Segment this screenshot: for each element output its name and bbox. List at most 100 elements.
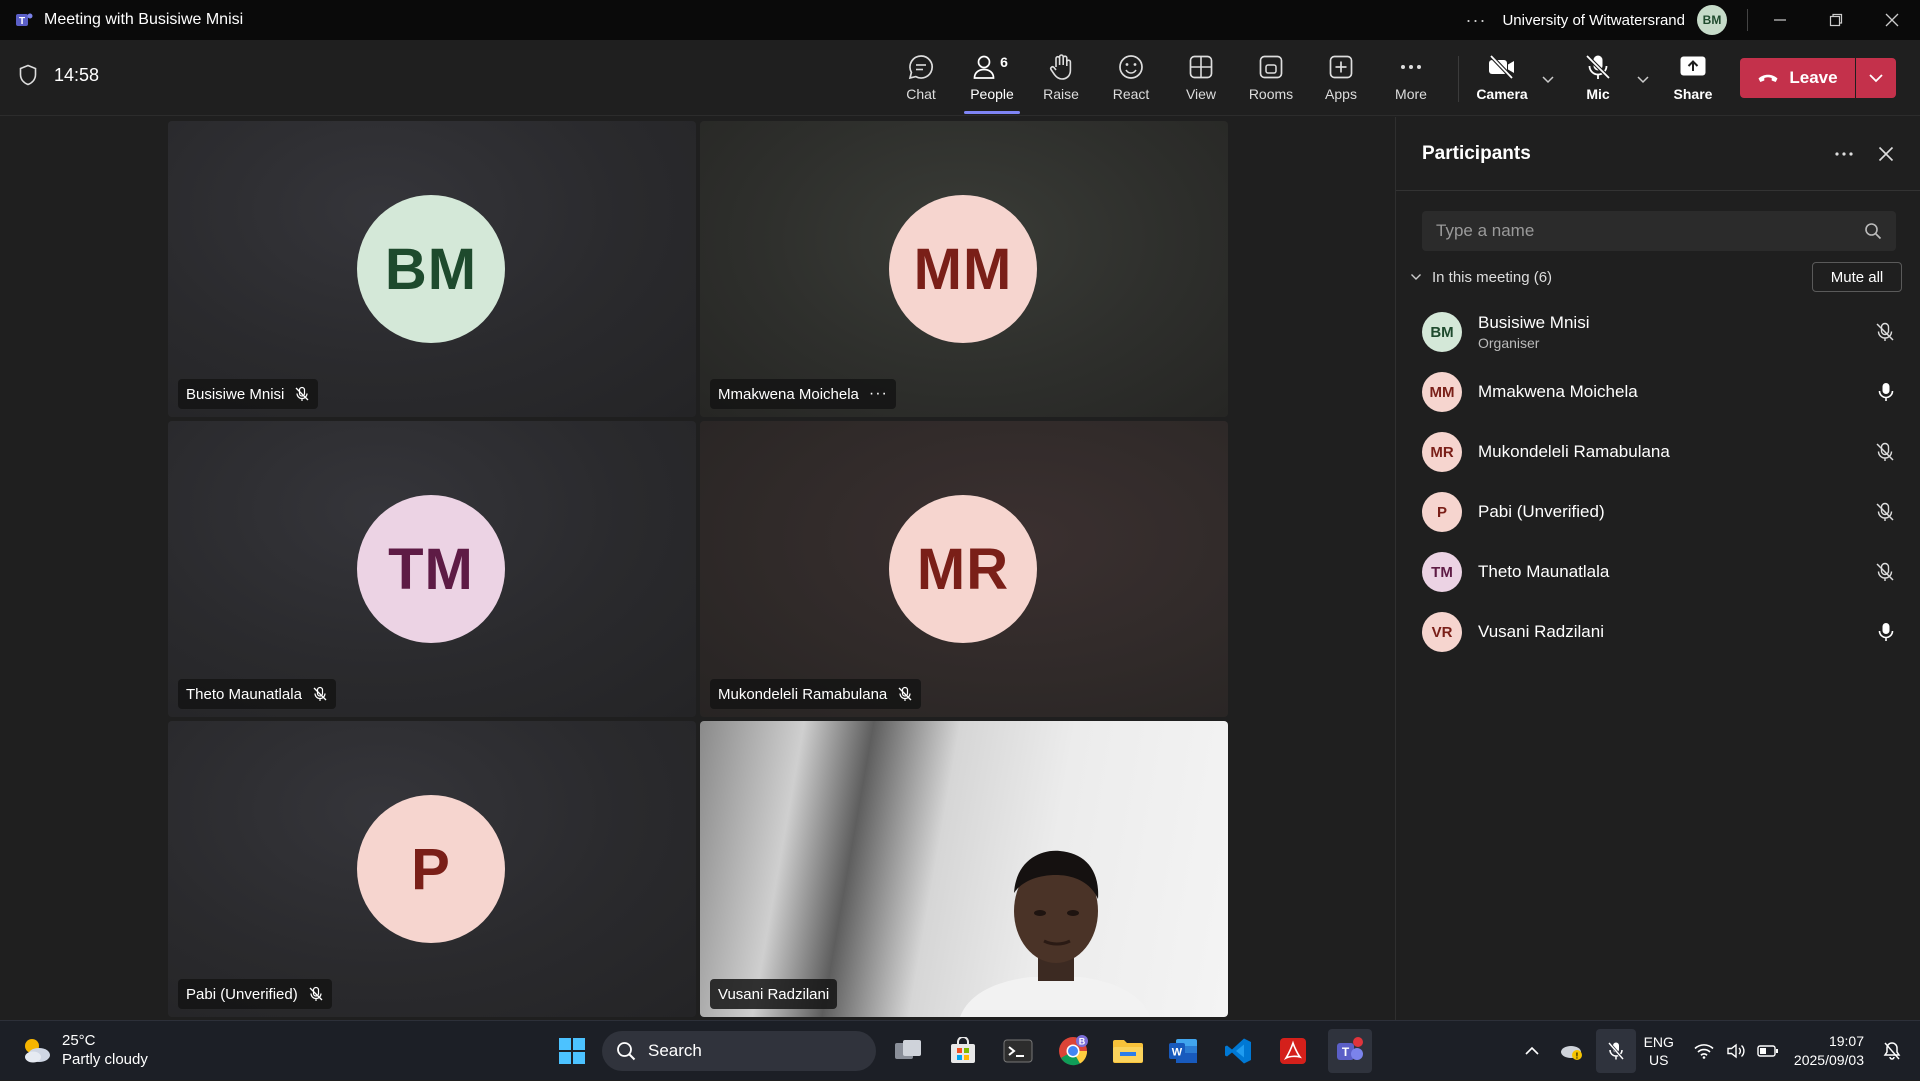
task-view-icon[interactable] xyxy=(888,1031,928,1071)
file-explorer-icon[interactable] xyxy=(1108,1031,1148,1071)
raise-hand-icon xyxy=(1048,50,1074,84)
windows-taskbar: 25°C Partly cloudy Search B W T ! ENG US… xyxy=(0,1020,1920,1080)
weather-widget[interactable]: 25°C Partly cloudy xyxy=(20,1031,148,1069)
teams-logo-icon: T xyxy=(14,10,34,30)
start-windows-icon[interactable] xyxy=(552,1031,592,1071)
meeting-toolbar: 14:58 Chat 6 People Raise React View Roo… xyxy=(0,40,1920,116)
react-button[interactable]: React xyxy=(1099,50,1163,110)
mic-muted-tray-icon[interactable] xyxy=(1595,1029,1636,1073)
camera-button[interactable]: Camera xyxy=(1470,50,1534,110)
panel-header: Participants xyxy=(1396,117,1920,191)
chrome-icon[interactable]: B xyxy=(1053,1031,1093,1071)
participant-tile[interactable]: TM Theto Maunatlala xyxy=(168,421,696,717)
participant-row[interactable]: BM Busisiwe Mnisi Organiser xyxy=(1396,302,1920,362)
people-button[interactable]: 6 People xyxy=(960,50,1024,114)
participant-row[interactable]: MM Mmakwena Moichela xyxy=(1396,362,1920,422)
taskbar-search[interactable]: Search xyxy=(602,1031,876,1071)
mic-options-chevron-icon[interactable] xyxy=(1633,70,1653,90)
language-code: ENG xyxy=(1643,1034,1674,1050)
search-input[interactable] xyxy=(1436,221,1864,241)
mute-all-button[interactable]: Mute all xyxy=(1812,262,1902,292)
divider xyxy=(1747,9,1748,31)
battery-icon[interactable] xyxy=(1752,1044,1784,1058)
terminal-icon[interactable] xyxy=(998,1031,1038,1071)
vscode-icon[interactable] xyxy=(1218,1031,1258,1071)
mic-off-icon[interactable] xyxy=(1875,322,1895,342)
teams-taskbar-icon[interactable]: T xyxy=(1328,1029,1372,1073)
mic-off-icon xyxy=(897,686,913,702)
notifications-bell-icon[interactable] xyxy=(1876,1041,1908,1061)
participant-tile[interactable]: MM Mmakwena Moichela ··· xyxy=(700,121,1228,417)
react-label: React xyxy=(1112,86,1150,102)
minimize-icon[interactable] xyxy=(1752,0,1808,40)
more-options-icon[interactable] xyxy=(1834,151,1854,157)
participant-row[interactable]: P Pabi (Unverified) xyxy=(1396,482,1920,542)
mic-off-icon xyxy=(1584,50,1612,84)
participant-row[interactable]: VR Vusani Radzilani xyxy=(1396,602,1920,662)
mic-button[interactable]: Mic xyxy=(1566,50,1630,110)
rooms-label: Rooms xyxy=(1248,86,1294,102)
search-icon[interactable] xyxy=(1864,222,1882,240)
participant-tile[interactable]: BM Busisiwe Mnisi xyxy=(168,121,696,417)
participant-video-feed xyxy=(960,841,1150,1017)
view-button[interactable]: View xyxy=(1169,50,1233,110)
organization-name[interactable]: University of Witwatersrand xyxy=(1502,12,1685,29)
acrobat-icon[interactable] xyxy=(1273,1031,1313,1071)
participant-tile[interactable]: MR Mukondeleli Ramabulana xyxy=(700,421,1228,717)
participant-video-tile[interactable]: Vusani Radzilani xyxy=(700,721,1228,1017)
camera-off-icon xyxy=(1487,50,1517,84)
apps-button[interactable]: Apps xyxy=(1309,50,1373,110)
active-tab-indicator xyxy=(964,111,1020,114)
close-icon[interactable] xyxy=(1864,0,1920,40)
system-clock[interactable]: 19:07 2025/09/03 xyxy=(1794,1032,1864,1070)
microsoft-store-icon[interactable] xyxy=(943,1031,983,1071)
volume-icon[interactable] xyxy=(1720,1043,1752,1059)
more-options-icon[interactable]: ··· xyxy=(869,385,888,403)
in-meeting-section-header[interactable]: In this meeting (6) Mute all xyxy=(1408,259,1902,295)
leave-button-group: Leave xyxy=(1740,58,1896,98)
ellipsis-icon xyxy=(1398,50,1424,84)
participant-avatar: BM xyxy=(357,195,505,343)
mic-on-icon[interactable] xyxy=(1877,622,1895,642)
participant-search[interactable] xyxy=(1422,211,1896,251)
input-language[interactable]: ENG US xyxy=(1644,1033,1674,1069)
chevron-down-icon[interactable] xyxy=(1410,273,1422,281)
participant-avatar: TM xyxy=(1422,552,1462,592)
region-code: US xyxy=(1649,1052,1669,1068)
participant-tile[interactable]: P Pabi (Unverified) xyxy=(168,721,696,1017)
search-label: Search xyxy=(648,1041,702,1060)
participant-avatar: MM xyxy=(1422,372,1462,412)
partly-cloudy-icon xyxy=(20,1035,52,1065)
participant-row[interactable]: TM Theto Maunatlala xyxy=(1396,542,1920,602)
participant-nametag: Theto Maunatlala xyxy=(178,679,336,709)
raise-hand-button[interactable]: Raise xyxy=(1029,50,1093,110)
share-label: Share xyxy=(1673,86,1713,102)
participant-avatar: BM xyxy=(1422,312,1462,352)
section-label: In this meeting (6) xyxy=(1432,268,1553,286)
participant-row[interactable]: MR Mukondeleli Ramabulana xyxy=(1396,422,1920,482)
more-options-icon[interactable]: ··· xyxy=(1465,10,1486,31)
mic-off-icon[interactable] xyxy=(1875,502,1895,522)
participant-name: Theto Maunatlala xyxy=(1478,562,1610,581)
more-button[interactable]: More xyxy=(1379,50,1443,110)
onedrive-warning-icon[interactable]: ! xyxy=(1556,1041,1588,1061)
word-icon[interactable]: W xyxy=(1163,1031,1203,1071)
camera-options-chevron-icon[interactable] xyxy=(1538,70,1558,90)
mic-off-icon[interactable] xyxy=(1875,562,1895,582)
leave-options-chevron-icon[interactable] xyxy=(1856,58,1896,98)
wifi-icon[interactable] xyxy=(1688,1043,1720,1059)
share-button[interactable]: Share xyxy=(1661,50,1725,110)
mic-off-icon[interactable] xyxy=(1875,442,1895,462)
mic-off-icon xyxy=(294,386,310,402)
close-icon[interactable] xyxy=(1878,146,1894,162)
restore-icon[interactable] xyxy=(1808,0,1864,40)
rooms-button[interactable]: Rooms xyxy=(1239,50,1303,110)
mic-on-icon[interactable] xyxy=(1877,382,1895,402)
clock-date: 2025/09/03 xyxy=(1793,1052,1864,1068)
chevron-up-icon[interactable] xyxy=(1516,1046,1548,1056)
user-avatar[interactable]: BM xyxy=(1697,5,1727,35)
leave-button[interactable]: Leave xyxy=(1740,58,1855,98)
chat-button[interactable]: Chat xyxy=(889,50,953,110)
shield-icon xyxy=(18,64,38,86)
participant-nametag: Mukondeleli Ramabulana xyxy=(710,679,922,709)
